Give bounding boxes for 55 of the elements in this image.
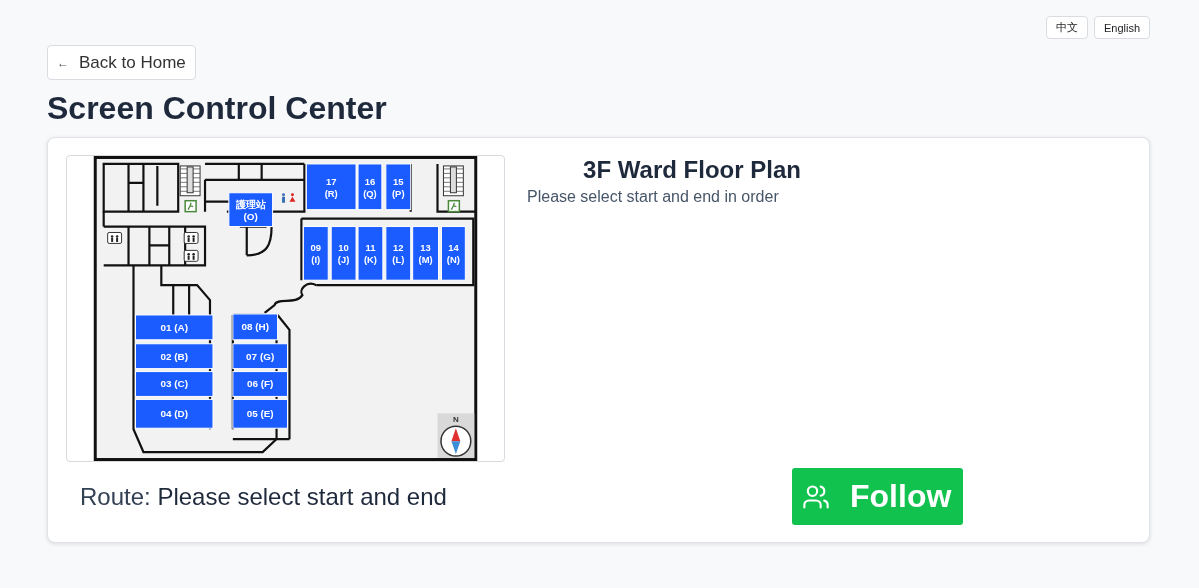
room-block[interactable] [135, 314, 214, 341]
room-label: 03 (C) [160, 378, 188, 390]
room-label: 08 (H) [241, 321, 269, 333]
elevator-icon [183, 232, 199, 244]
room-label: 05 (E) [246, 408, 274, 420]
room-label: 04 (D) [160, 408, 188, 420]
room-label: 14 (N) [446, 242, 460, 266]
room-block[interactable] [232, 313, 279, 341]
restroom-icon [282, 193, 296, 203]
room-label: 17 (R) [324, 175, 338, 199]
room-block[interactable] [412, 226, 439, 281]
room-label: 09 (I) [310, 242, 322, 266]
room-block[interactable] [135, 398, 214, 429]
plan-title: 3F Ward Floor Plan [582, 155, 802, 185]
language-button[interactable]: 中文 [1045, 16, 1088, 39]
exit-sign-icon [447, 199, 461, 213]
room-block[interactable] [441, 226, 466, 281]
elevator-icon [183, 249, 199, 262]
route-text: Route: Please select start and end [79, 482, 448, 511]
stairs-icon [442, 165, 464, 197]
room-label: 護理站 (O) [235, 198, 266, 222]
elevator-icon [107, 232, 123, 244]
stairs-icon [179, 165, 201, 197]
room-label: 13 (M) [418, 242, 433, 266]
room-block[interactable] [385, 163, 412, 211]
compass-icon [440, 425, 472, 457]
users-icon [802, 482, 830, 511]
room-label: 16 (Q) [363, 175, 377, 199]
room-block[interactable] [385, 226, 412, 281]
room-block[interactable] [135, 371, 214, 397]
room-block[interactable] [228, 192, 274, 228]
room-block[interactable] [232, 371, 288, 397]
room-block[interactable] [305, 163, 357, 211]
back-button[interactable]: ← Back to Home [47, 45, 196, 80]
exit-sign-icon [184, 199, 197, 213]
room-label: 15 (P) [392, 175, 405, 199]
room-block[interactable] [302, 226, 329, 281]
page-title: Screen Control Center [47, 89, 388, 127]
arrow-icon: ← [57, 55, 69, 70]
room-block[interactable] [232, 343, 288, 370]
room-label: 02 (B) [160, 350, 188, 362]
language-button[interactable]: English [1093, 16, 1150, 39]
room-block[interactable] [357, 226, 384, 281]
room-block[interactable] [135, 343, 214, 370]
instruction-text: Please select start and end in order [527, 188, 780, 206]
room-label: 07 (G) [246, 350, 275, 362]
room-label: 12 (L) [392, 242, 405, 266]
room-block[interactable] [357, 163, 383, 211]
room-label: 11 (K) [363, 242, 377, 266]
room-label: 01 (A) [160, 321, 188, 333]
room-block[interactable] [330, 226, 357, 281]
compass-label: N [453, 415, 459, 425]
room-block[interactable] [232, 398, 288, 429]
room-label: 10 (J) [337, 242, 350, 266]
room-label: 06 (F) [246, 378, 274, 390]
